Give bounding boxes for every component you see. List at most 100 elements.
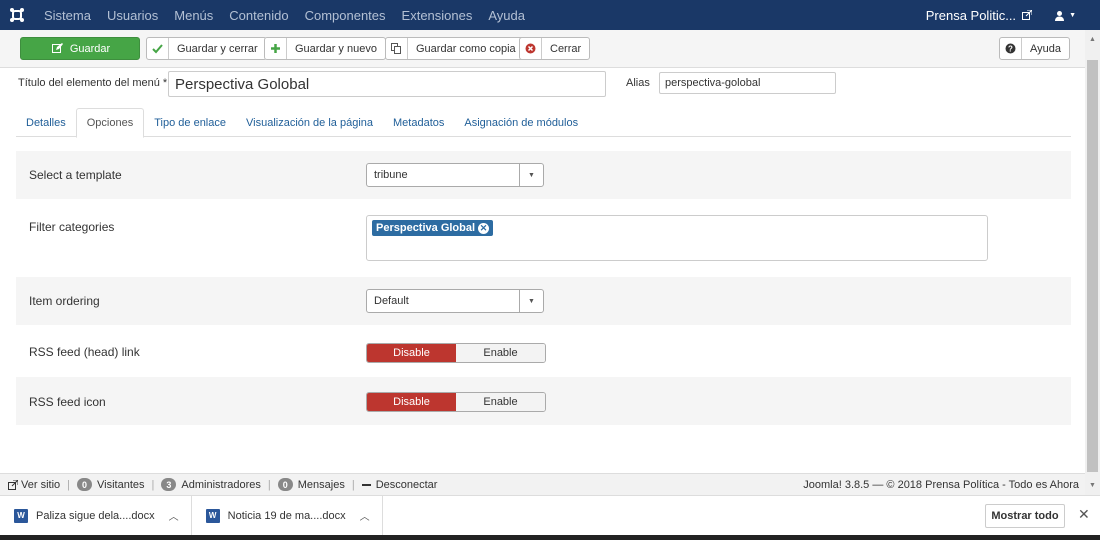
menu-item-contenido[interactable]: Contenido (221, 8, 296, 23)
joomla-logo-icon[interactable] (0, 0, 34, 30)
external-link-icon (1022, 10, 1033, 20)
rss-icon-disable-button[interactable]: Disable (367, 393, 456, 411)
rss-icon-enable-button[interactable]: Enable (456, 393, 545, 411)
tab-asignacion-modulos[interactable]: Asignación de módulos (454, 108, 588, 137)
save-button[interactable]: Guardar (20, 37, 140, 60)
rss-icon-row: RSS feed icon Disable Enable (16, 377, 1071, 425)
separator: | (67, 478, 70, 491)
word-file-icon: W (205, 508, 220, 523)
dropdown-arrow-icon: ▼ (519, 164, 543, 186)
view-site-link[interactable]: Ver sitio (8, 479, 60, 491)
category-chip[interactable]: Perspectiva Global ✕ (372, 220, 494, 236)
category-chip-label: Perspectiva Global (376, 222, 476, 234)
template-value: tribune (374, 169, 408, 181)
check-icon (147, 38, 169, 59)
save-copy-button[interactable]: Guardar como copia (385, 37, 525, 60)
messages-badge: 0 (277, 478, 293, 491)
download-item[interactable]: W Noticia 19 de ma....docx ︿ (192, 495, 383, 536)
rss-icon-label: RSS feed icon (29, 395, 106, 409)
action-toolbar: Guardar Guardar y cerrar Guardar y nuevo… (0, 30, 1085, 68)
dropdown-arrow-icon: ▼ (519, 290, 543, 312)
separator: | (351, 478, 355, 491)
item-ordering-value: Default (374, 295, 409, 307)
tab-opciones[interactable]: Opciones (75, 108, 145, 138)
title-label: Título del elemento del menú * (18, 77, 168, 89)
separator: | (267, 478, 271, 491)
save-close-label: Guardar y cerrar (177, 42, 258, 55)
visitors-label: Visitantes (97, 478, 145, 491)
tab-tipo-de-enlace[interactable]: Tipo de enlace (144, 108, 236, 137)
rss-link-label: RSS feed (head) link (29, 345, 140, 359)
alias-input[interactable]: perspectiva-golobal (659, 72, 836, 94)
filter-categories-label: Filter categories (29, 220, 115, 234)
admin-menu: Sistema Usuarios Menús Contenido Compone… (34, 8, 533, 23)
menu-item-usuarios[interactable]: Usuarios (99, 8, 166, 23)
download-item[interactable]: W Paliza sigue dela....docx ︿ (0, 495, 192, 536)
title-input[interactable]: Perspectiva Golobal (168, 71, 606, 97)
filter-categories-row: Filter categories Perspectiva Global ✕ (16, 199, 1071, 277)
scroll-up-icon[interactable]: ▲ (1085, 32, 1100, 47)
close-label: Cerrar (550, 42, 582, 55)
help-label: Ayuda (1030, 42, 1061, 55)
taskbar-edge (0, 535, 1100, 540)
show-all-downloads-button[interactable]: Mostrar todo (985, 504, 1065, 528)
template-label: Select a template (29, 168, 122, 182)
close-button[interactable]: Cerrar (519, 37, 591, 60)
plus-icon (265, 38, 287, 59)
site-link[interactable]: Prensa Politic... (926, 8, 1033, 23)
template-row: Select a template tribune ▼ (16, 151, 1071, 199)
item-ordering-select[interactable]: Default ▼ (366, 289, 544, 313)
user-icon (1055, 10, 1065, 21)
admins-badge: 3 (161, 478, 177, 491)
chevron-up-icon[interactable]: ︿ (169, 508, 179, 523)
remove-chip-icon[interactable]: ✕ (478, 222, 490, 234)
rss-link-enable-button[interactable]: Enable (456, 344, 545, 362)
save-button-label: Guardar (69, 42, 111, 55)
rss-link-disable-button[interactable]: Disable (367, 344, 456, 362)
view-site-label: Ver sitio (21, 478, 61, 491)
menu-item-edit-form: Título del elemento del menú * Perspecti… (0, 68, 1085, 473)
download-filename: Noticia 19 de ma....docx (227, 509, 346, 522)
close-icon[interactable]: ✕ (1078, 506, 1090, 523)
visitors-badge: 0 (77, 478, 93, 491)
save-new-label: Guardar y nuevo (295, 42, 377, 55)
messages-link[interactable]: 0 Mensajes (277, 478, 345, 491)
template-select[interactable]: tribune ▼ (366, 163, 544, 187)
menu-item-sistema[interactable]: Sistema (34, 8, 99, 23)
visitors-status: 0 Visitantes (77, 478, 145, 491)
external-link-icon (8, 479, 18, 490)
download-filename: Paliza sigue dela....docx (36, 509, 155, 522)
chevron-up-icon[interactable]: ︿ (360, 508, 370, 523)
close-circle-icon (520, 38, 542, 59)
scroll-down-icon[interactable]: ▼ (1085, 478, 1100, 493)
tab-metadatos[interactable]: Metadatos (383, 108, 454, 137)
save-copy-label: Guardar como copia (416, 42, 516, 55)
tab-detalles[interactable]: Detalles (16, 108, 76, 137)
help-icon: ? (1000, 38, 1022, 59)
tab-visualizacion[interactable]: Visualización de la página (236, 108, 383, 137)
logout-link[interactable]: Desconectar (361, 479, 437, 491)
page-scrollbar[interactable]: ▲ ▼ (1085, 30, 1100, 495)
admins-label: Administradores (181, 478, 261, 491)
help-button[interactable]: ? Ayuda (999, 37, 1070, 60)
downloads-bar: W Paliza sigue dela....docx ︿ W Noticia … (0, 495, 1100, 536)
menu-item-componentes[interactable]: Componentes (297, 8, 394, 23)
minus-icon (361, 483, 371, 486)
tab-bar: Detalles Opciones Tipo de enlace Visuali… (16, 108, 1071, 138)
rss-icon-toggle: Disable Enable (366, 392, 546, 412)
filter-categories-input[interactable]: Perspectiva Global ✕ (366, 215, 988, 261)
item-ordering-label: Item ordering (29, 294, 100, 308)
save-close-button[interactable]: Guardar y cerrar (146, 37, 267, 60)
menu-item-menus[interactable]: Menús (166, 8, 221, 23)
admins-status: 3 Administradores (161, 478, 261, 491)
menu-item-ayuda[interactable]: Ayuda (480, 8, 533, 23)
save-new-button[interactable]: Guardar y nuevo (264, 37, 386, 60)
scrollbar-thumb[interactable] (1087, 60, 1098, 472)
copy-icon (386, 38, 408, 59)
admin-top-bar: Sistema Usuarios Menús Contenido Compone… (0, 0, 1100, 30)
rss-link-row: RSS feed (head) link Disable Enable (16, 325, 1071, 377)
svg-text:?: ? (1008, 45, 1013, 54)
menu-item-extensiones[interactable]: Extensiones (394, 8, 481, 23)
rss-link-toggle: Disable Enable (366, 343, 546, 363)
user-menu[interactable]: ▼ (1054, 10, 1076, 21)
